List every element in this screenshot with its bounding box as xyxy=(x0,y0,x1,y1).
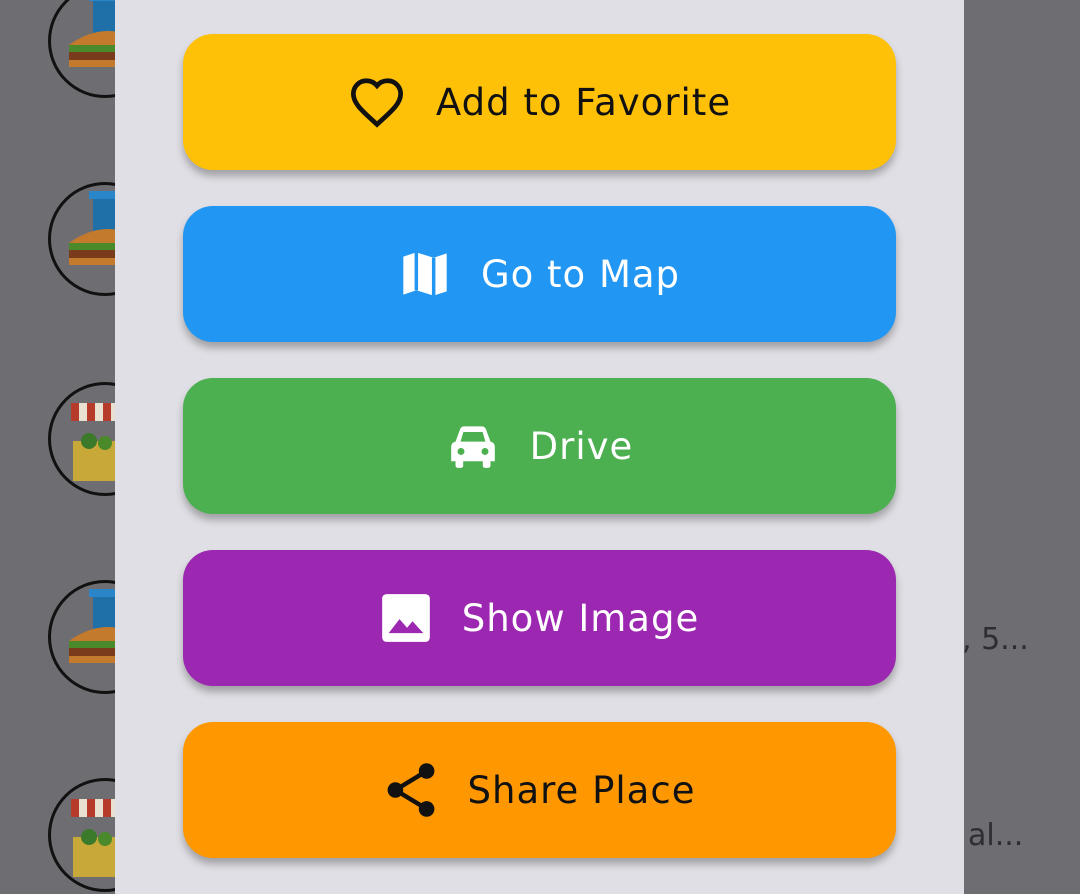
go-to-map-button[interactable]: Go to Map xyxy=(183,206,896,342)
background-item-subtitle: , 5... xyxy=(962,622,1029,657)
show-image-label: Show Image xyxy=(461,596,700,640)
image-icon xyxy=(380,592,432,644)
heart-outline-icon xyxy=(348,76,406,128)
share-icon xyxy=(384,761,438,819)
drive-label: Drive xyxy=(529,424,634,468)
map-icon xyxy=(399,248,451,300)
share-place-label: Share Place xyxy=(467,768,696,812)
go-to-map-label: Go to Map xyxy=(480,252,681,296)
background-item-subtitle: al... xyxy=(968,818,1024,853)
add-to-favorite-label: Add to Favorite xyxy=(435,80,732,124)
add-to-favorite-button[interactable]: Add to Favorite xyxy=(183,34,896,170)
share-place-button[interactable]: Share Place xyxy=(183,722,896,858)
car-icon xyxy=(446,422,500,470)
drive-button[interactable]: Drive xyxy=(183,378,896,514)
show-image-button[interactable]: Show Image xyxy=(183,550,896,686)
